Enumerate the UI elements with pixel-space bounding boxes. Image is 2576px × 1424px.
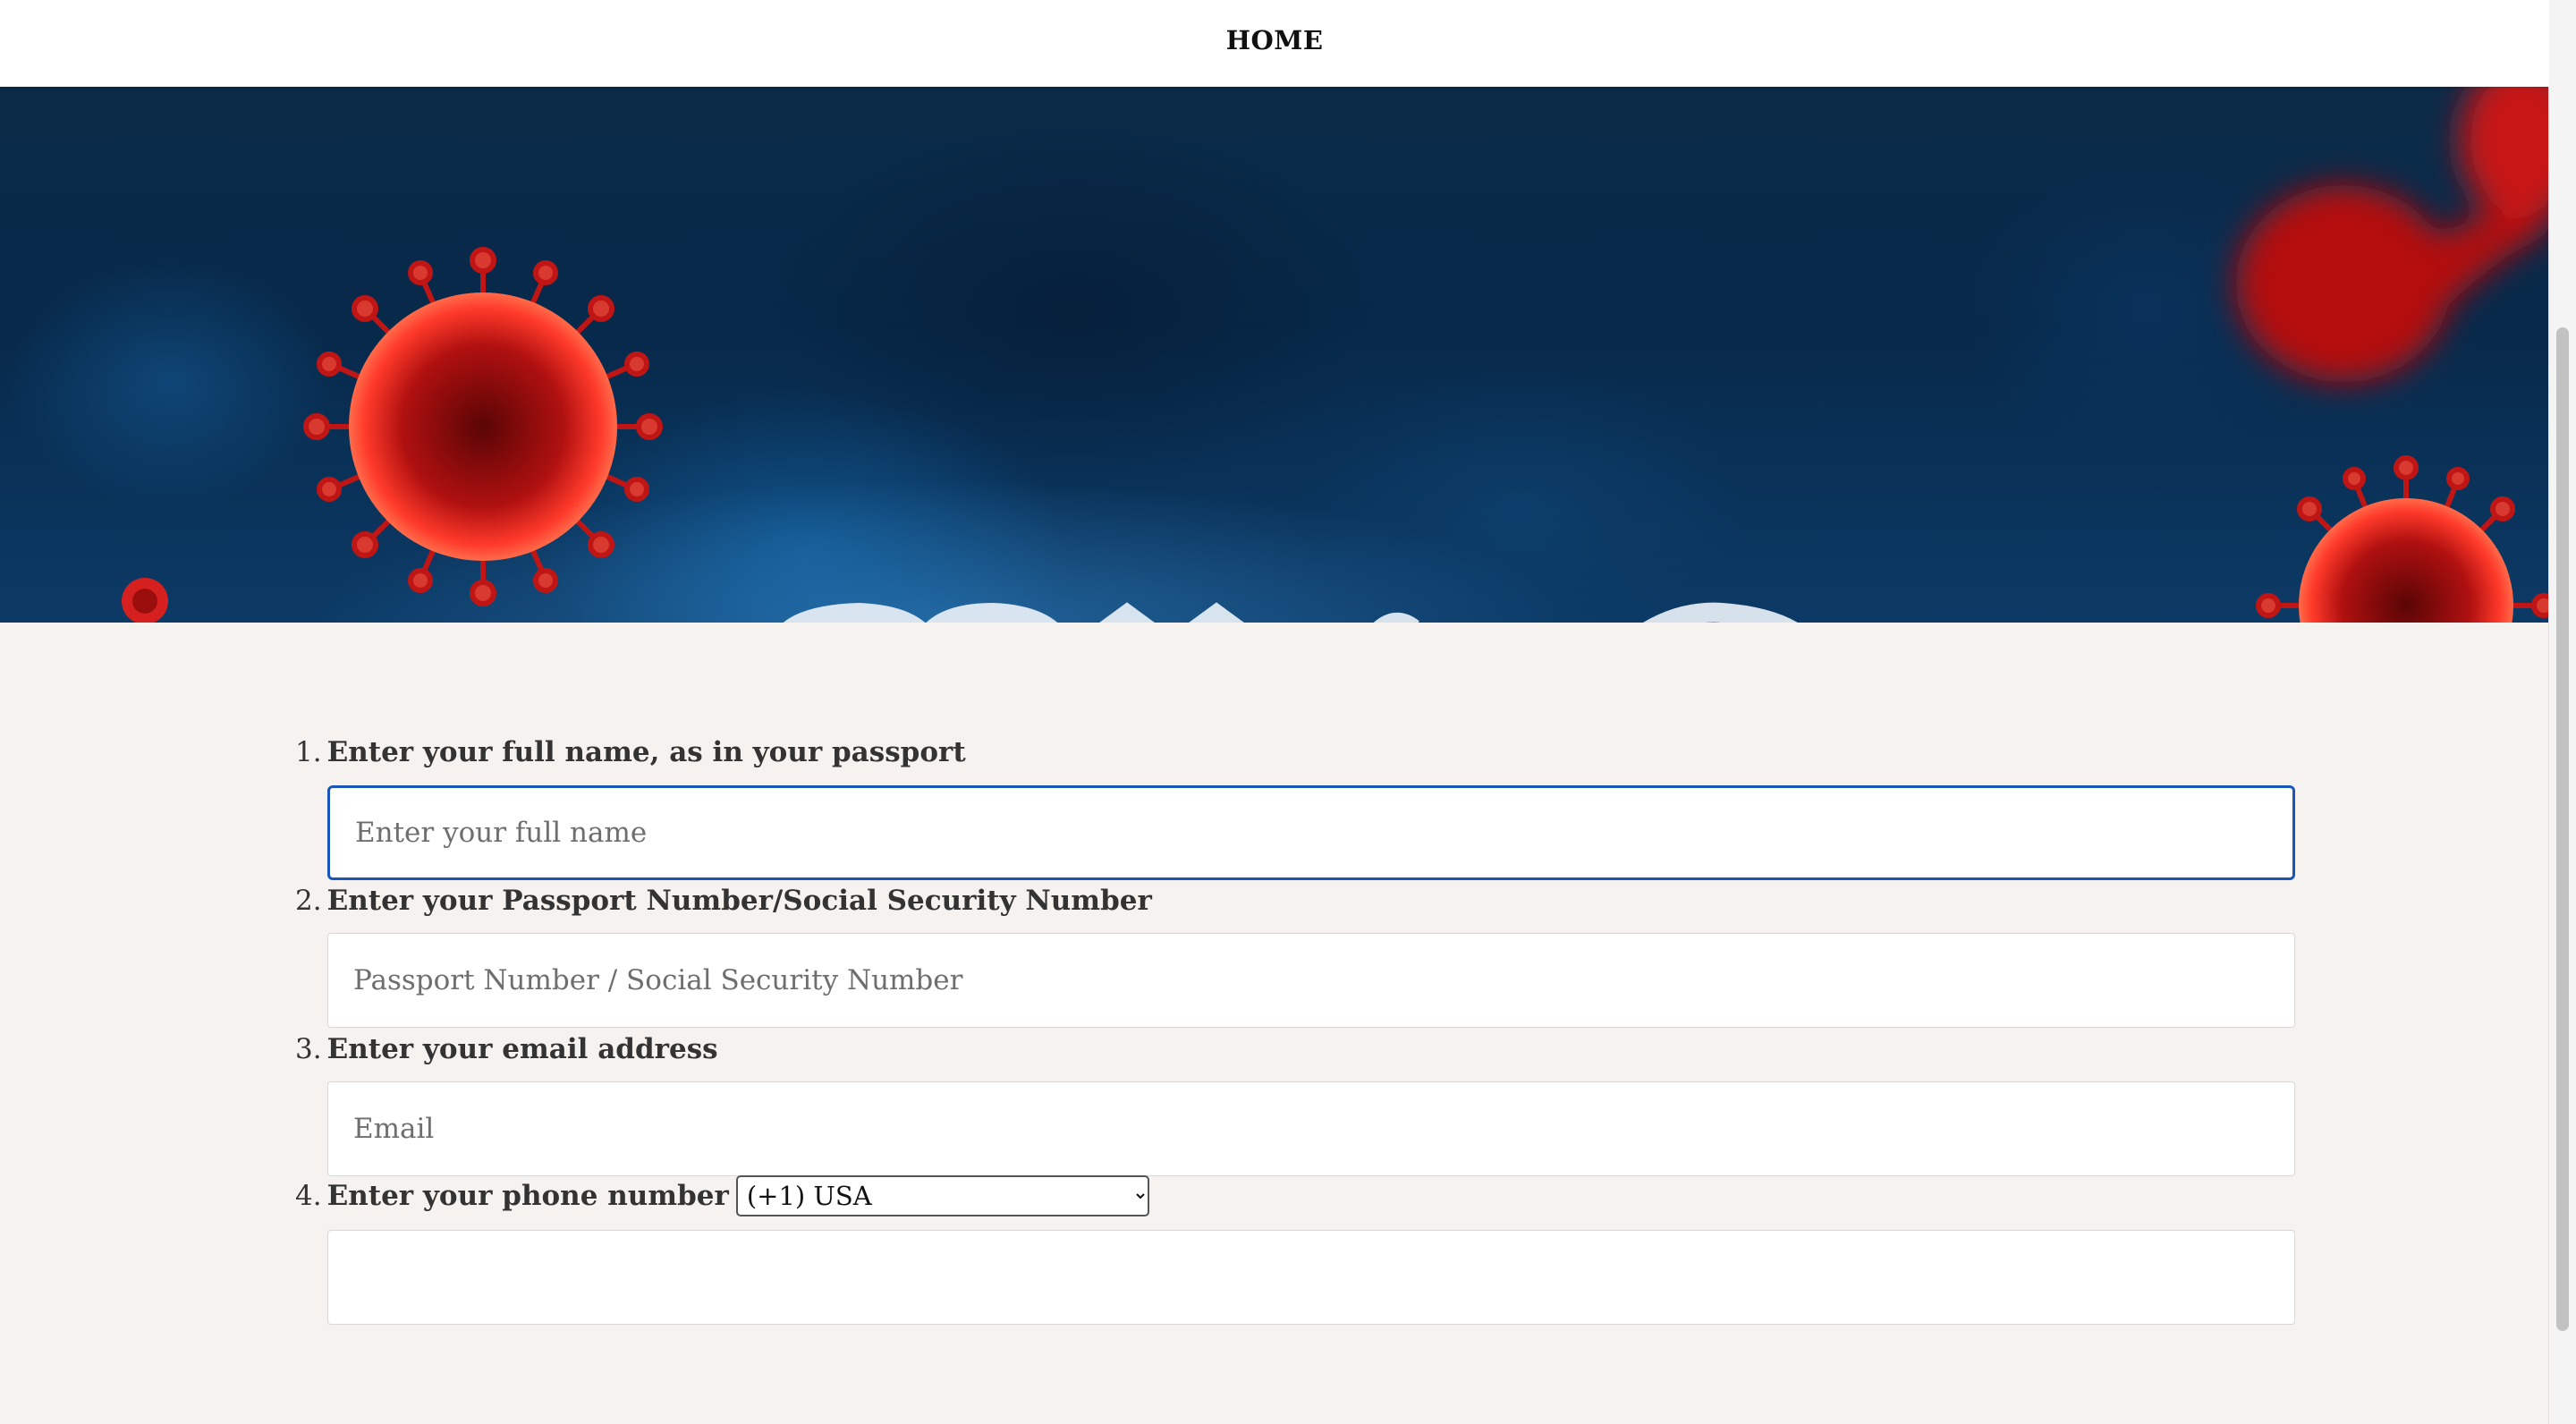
page: HOME 1. Enter your full name, as in your… bbox=[0, 0, 2549, 1424]
question-label: 3. Enter your email address bbox=[295, 1033, 718, 1065]
country-code-select[interactable]: (+1) USA bbox=[735, 1175, 1149, 1216]
question-text: Enter your Passport Number/Social Securi… bbox=[326, 885, 1152, 917]
email-input[interactable] bbox=[327, 1081, 2295, 1176]
question-number: 3. bbox=[295, 1033, 322, 1065]
hero-banner bbox=[0, 87, 2549, 623]
question-text: Enter your email address bbox=[326, 1033, 718, 1065]
question-text: Enter your full name, as in your passpor… bbox=[326, 736, 966, 768]
question-number: 2. bbox=[295, 885, 322, 917]
scrollbar-thumb[interactable] bbox=[2556, 327, 2569, 1331]
question-number: 1. bbox=[295, 736, 322, 768]
question-number: 4. bbox=[295, 1180, 322, 1212]
full-name-input[interactable] bbox=[327, 785, 2295, 880]
question-label: 4. Enter your phone number (+1) USA bbox=[295, 1175, 1149, 1216]
top-nav: HOME bbox=[0, 0, 2549, 87]
virus-icon bbox=[303, 247, 663, 606]
phone-number-input[interactable] bbox=[327, 1230, 2295, 1325]
covid-virus-banner-icon bbox=[122, 87, 2549, 623]
passport-number-input[interactable] bbox=[327, 933, 2295, 1028]
home-link[interactable]: HOME bbox=[1226, 25, 1324, 55]
question-label: 2. Enter your Passport Number/Social Sec… bbox=[295, 885, 1152, 917]
question-text: Enter your phone number bbox=[326, 1180, 729, 1212]
question-label: 1. Enter your full name, as in your pass… bbox=[295, 736, 966, 768]
vertical-scrollbar[interactable] bbox=[2548, 0, 2576, 1424]
